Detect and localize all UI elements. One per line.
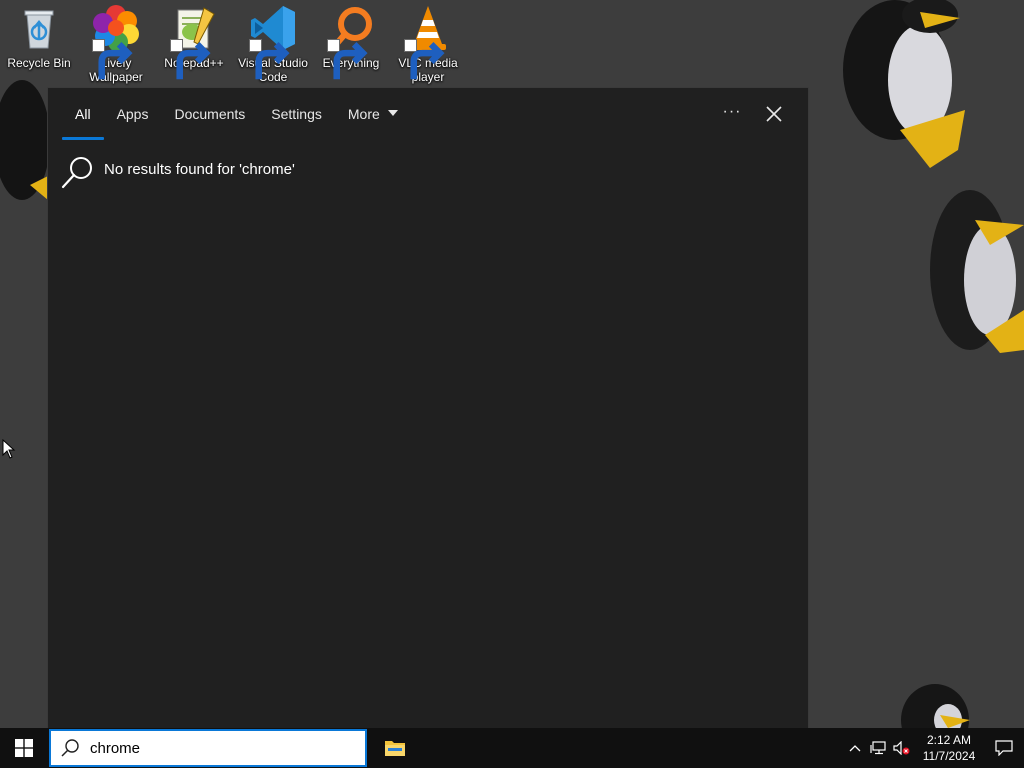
volume-tray-button[interactable] (890, 728, 914, 768)
search-flyout: All Apps Documents Settings More ··· No … (47, 87, 809, 728)
desktop-icon-vlc[interactable]: VLC media player (390, 4, 466, 90)
penguin-wallpaper-top-right (843, 0, 965, 168)
no-results-row: No results found for 'chrome' (60, 154, 295, 190)
desktop-icon-notepadpp[interactable]: Notepad++ (156, 4, 232, 90)
search-input[interactable] (90, 733, 350, 763)
recycle-bin-icon (24, 10, 54, 49)
shortcut-arrow-icon (170, 39, 211, 80)
system-tray: 2:12 AM 11/7/2024 (844, 728, 1024, 768)
tab-label: Settings (271, 106, 322, 122)
search-tabs: All Apps Documents Settings More (62, 104, 411, 140)
mouse-cursor-icon (2, 439, 16, 459)
penguin-wallpaper-right (930, 190, 1024, 353)
tab-more[interactable]: More (335, 104, 411, 140)
tab-label: Documents (174, 106, 246, 122)
desktop-icon-recycle-bin[interactable]: Recycle Bin (1, 4, 77, 90)
tab-label: More (347, 106, 380, 122)
tab-label: Apps (116, 106, 149, 122)
action-center-button[interactable] (984, 728, 1024, 768)
clock-time: 2:12 AM (926, 733, 972, 747)
no-results-message: No results found for 'chrome' (104, 160, 295, 178)
taskbar: 2:12 AM 11/7/2024 (0, 728, 1024, 768)
tab-settings[interactable]: Settings (258, 104, 335, 140)
shortcut-arrow-icon (92, 39, 133, 80)
close-icon (766, 106, 782, 122)
volume-muted-icon (893, 741, 910, 755)
start-button[interactable] (0, 728, 48, 768)
shortcut-arrow-icon (327, 39, 368, 80)
folder-icon (385, 741, 405, 756)
clock-date: 11/7/2024 (922, 749, 976, 763)
penguin-wallpaper-bottom (901, 684, 970, 728)
network-tray-button[interactable] (866, 728, 890, 768)
desktop-icon-lively-wallpaper[interactable]: Lively Wallpaper (78, 4, 154, 90)
taskbar-clock[interactable]: 2:12 AM 11/7/2024 (914, 728, 984, 768)
tab-label: All (75, 106, 91, 122)
penguin-wallpaper-left (0, 80, 50, 200)
tab-all[interactable]: All (62, 104, 104, 140)
tab-apps[interactable]: Apps (104, 104, 162, 140)
more-options-button[interactable]: ··· (720, 102, 744, 126)
desktop-icon-label: Recycle Bin (7, 56, 71, 70)
tab-documents[interactable]: Documents (161, 104, 258, 140)
search-icon (61, 739, 79, 757)
chevron-up-icon (849, 745, 861, 752)
close-button[interactable] (762, 102, 786, 126)
shortcut-arrow-icon (249, 39, 290, 80)
network-icon (870, 741, 886, 755)
desktop-icon-everything[interactable]: Everything (313, 4, 389, 90)
shortcut-arrow-icon (404, 39, 445, 80)
show-hidden-icons-button[interactable] (844, 728, 866, 768)
search-icon (61, 157, 92, 189)
chevron-down-icon (387, 110, 398, 116)
desktop-icon-vscode[interactable]: Visual Studio Code (235, 4, 311, 90)
taskbar-search-box[interactable] (49, 729, 367, 767)
notification-icon (995, 740, 1013, 756)
taskbar-file-explorer[interactable] (378, 728, 412, 768)
windows-logo-icon (15, 739, 33, 757)
